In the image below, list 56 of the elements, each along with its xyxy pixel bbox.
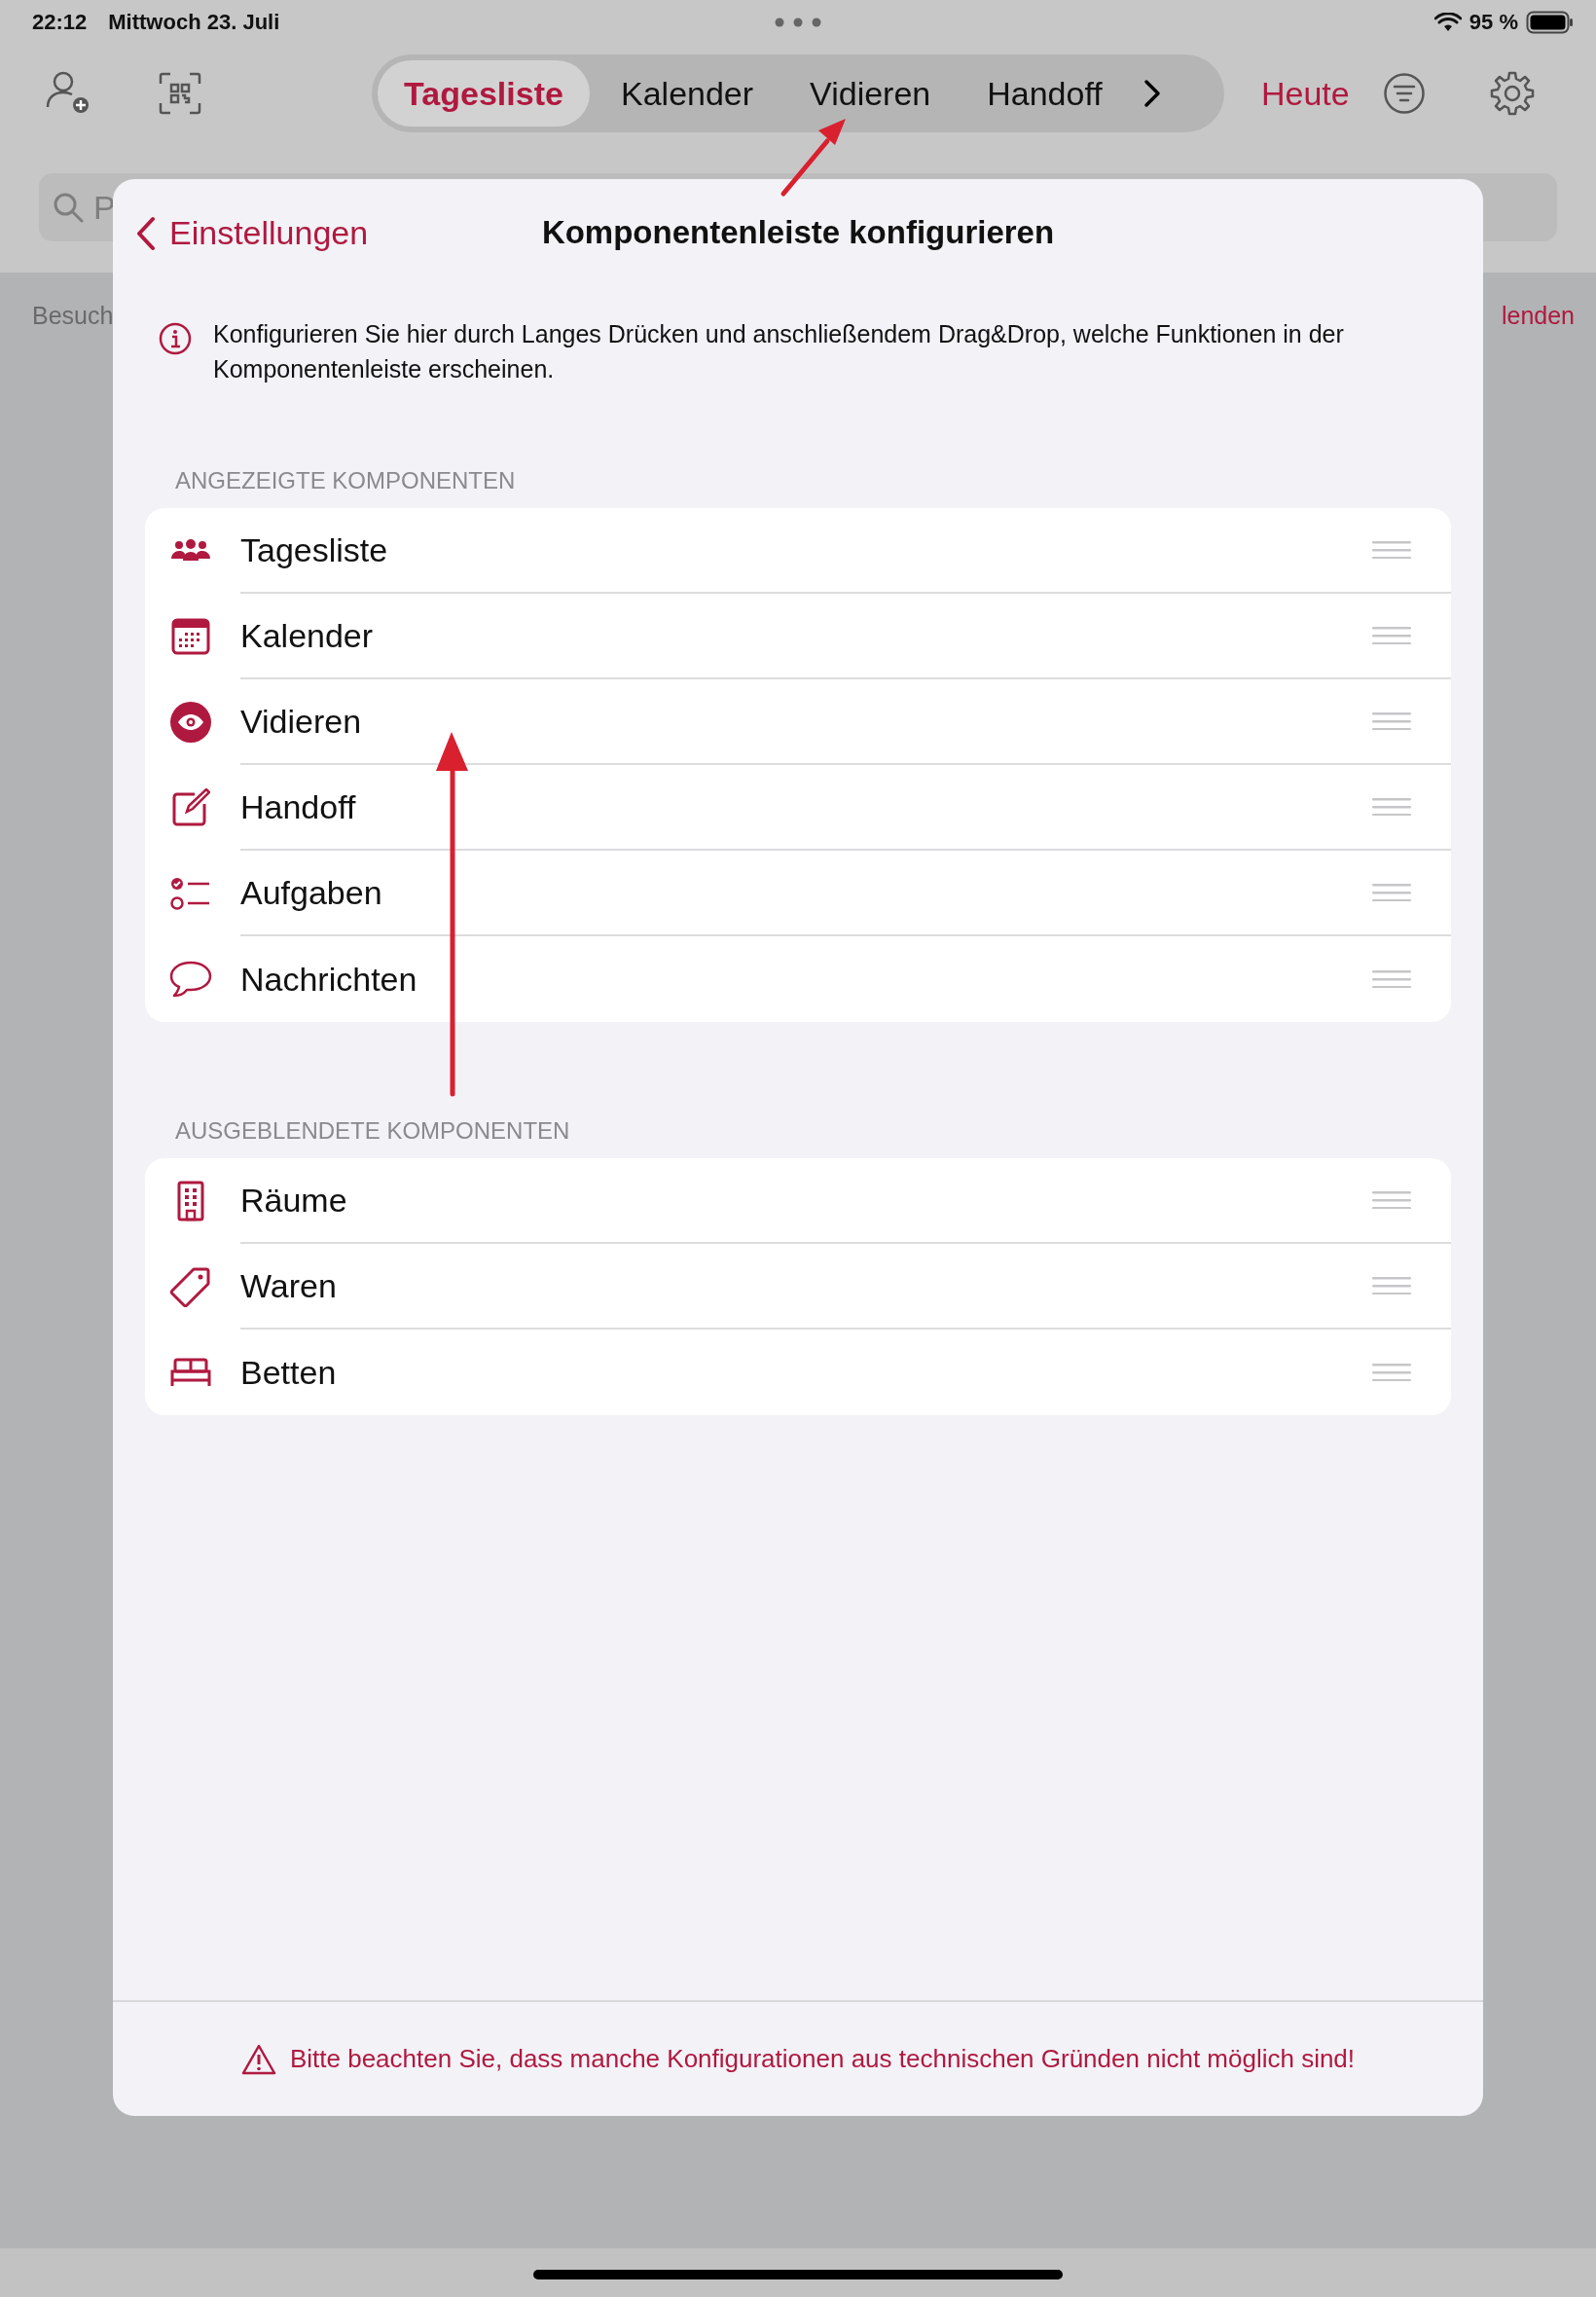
drag-handle-icon[interactable] [1372, 1191, 1411, 1209]
wifi-icon [1433, 13, 1462, 32]
component-label: Tagesliste [240, 530, 388, 569]
search-placeholder: P [93, 188, 116, 227]
drag-handle-icon[interactable] [1372, 712, 1411, 730]
drag-handle-icon[interactable] [1372, 541, 1411, 559]
drag-handle-icon[interactable] [1372, 1277, 1411, 1294]
building-icon [177, 1181, 204, 1221]
drag-handle-icon[interactable] [1372, 627, 1411, 644]
chevron-left-icon [136, 215, 156, 251]
home-indicator[interactable] [533, 2270, 1063, 2279]
people-icon [170, 539, 211, 563]
search-icon [53, 192, 84, 223]
component-label: Betten [240, 1353, 337, 1392]
filter-icon[interactable] [1382, 72, 1426, 115]
tab[interactable]: Handoff [961, 60, 1128, 127]
tab[interactable]: Vidieren [784, 60, 957, 127]
bed-icon [170, 1358, 211, 1387]
eye-icon [170, 702, 211, 743]
drag-handle-icon[interactable] [1372, 970, 1411, 988]
battery-icon [1526, 11, 1575, 34]
warning-icon [240, 2043, 276, 2075]
component-label: Räume [240, 1181, 347, 1220]
chevron-right-icon[interactable] [1143, 79, 1161, 108]
calendar-icon [171, 618, 210, 655]
back-button[interactable]: Einstellungen [136, 214, 369, 252]
section-header: AUSGEBLENDETE KOMPONENTEN [175, 1116, 571, 1146]
warning-text: Bitte beachten Sie, dass manche Konfigurationen aus technischen Gründen nicht möglich sind! [289, 2044, 1356, 2074]
qr-scan-icon[interactable] [159, 72, 201, 115]
tab[interactable]: Tagesliste [378, 60, 590, 127]
drag-handle-icon[interactable] [1372, 1364, 1411, 1381]
tag-icon [170, 1266, 211, 1307]
clock: 22:12 [32, 10, 88, 35]
settings-icon[interactable] [1489, 71, 1535, 116]
speech-bubble-icon [169, 961, 212, 998]
battery-percentage: 95 % [1469, 10, 1518, 35]
edit-icon [171, 788, 210, 827]
tab-label: Besuch [32, 302, 114, 330]
info-text: Konfigurieren Sie hier durch Langes Drücken und anschließendem Drag&Drop, welche Funktionen in der Komponentenleiste erscheinen. [213, 319, 1345, 384]
today-button[interactable]: Heute [1261, 74, 1350, 113]
tab[interactable]: Kalender [596, 60, 780, 127]
date: Mittwoch 23. Juli [108, 10, 280, 35]
component-label: Handoff [240, 787, 356, 826]
drag-handle-icon[interactable] [1372, 884, 1411, 901]
checklist-icon [170, 876, 211, 911]
section-header: ANGEZEIGTE KOMPONENTEN [175, 466, 517, 495]
component-label: Nachrichten [240, 960, 417, 999]
drag-handle-icon[interactable] [1372, 798, 1411, 816]
component-label: Vidieren [240, 702, 362, 741]
sheet-title: Komponentenleiste konfigurieren [541, 213, 1055, 251]
component-label: Waren [240, 1266, 337, 1305]
component-label: Kalender [240, 616, 374, 655]
more-icon[interactable] [775, 18, 821, 27]
component-label: Aufgaben [240, 873, 382, 912]
info-icon [159, 322, 192, 355]
link-text[interactable]: lenden [1501, 302, 1575, 330]
